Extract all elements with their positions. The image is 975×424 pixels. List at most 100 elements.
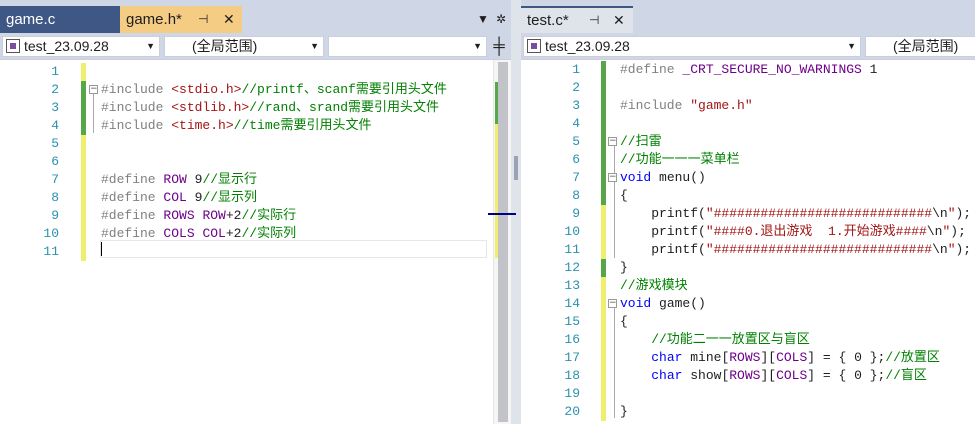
code-line[interactable]: 15 { bbox=[521, 313, 975, 331]
code-line[interactable]: 14 − void game() bbox=[521, 295, 975, 313]
code-editor[interactable]: 1 2− #include <stdio.h>//printf、scanf需要引用头… bbox=[0, 60, 511, 424]
code-token: ] = { 0 }; bbox=[807, 368, 886, 383]
code-text: char mine[ROWS][COLS] = { 0 };//放置区 bbox=[620, 349, 940, 367]
project-dropdown[interactable]: test_23.09.28 ▼ bbox=[2, 36, 160, 57]
code-line[interactable]: 6 //功能一一一菜单栏 bbox=[521, 151, 975, 169]
pin-icon[interactable]: ⊣ bbox=[589, 8, 599, 33]
code-line[interactable]: 16 //功能二一一放置区与盲区 bbox=[521, 331, 975, 349]
code-line[interactable]: 5 −//扫雷 bbox=[521, 133, 975, 151]
change-tracking-bar bbox=[601, 97, 606, 115]
code-line[interactable]: 12} bbox=[521, 259, 975, 277]
line-number: 4 bbox=[51, 118, 59, 133]
project-dropdown[interactable]: test_23.09.28 ▼ bbox=[523, 36, 861, 57]
change-tracking-bar bbox=[601, 151, 606, 169]
code-text: #define ROWS ROW+2//实际行 bbox=[101, 207, 296, 225]
scrollbar-thumb[interactable] bbox=[498, 62, 508, 422]
collapse-icon[interactable]: − bbox=[608, 173, 617, 182]
change-tracking-bar bbox=[81, 81, 86, 99]
code-token: COLS bbox=[163, 226, 195, 241]
code-line[interactable]: 6 bbox=[0, 153, 511, 171]
close-icon[interactable]: ✕ bbox=[223, 6, 235, 33]
left-tab-strip: game.c game.h* ⊣ ✕ ▼ ✲ bbox=[0, 0, 511, 33]
tab-game-c[interactable]: game.c bbox=[0, 6, 120, 33]
code-token: COL bbox=[202, 226, 226, 241]
vertical-scrollbar[interactable] bbox=[493, 60, 511, 424]
code-line[interactable]: 5 bbox=[0, 135, 511, 153]
chevron-down-icon[interactable]: ▼ bbox=[477, 6, 489, 33]
code-line[interactable]: 9 printf("############################\n… bbox=[521, 205, 975, 223]
change-tracking-bar bbox=[81, 225, 86, 243]
code-line[interactable]: 8 #define COL 9//显示列 bbox=[0, 189, 511, 207]
code-token: //功能二一一放置区与盲区 bbox=[620, 332, 810, 347]
split-view-icon[interactable]: ╪ bbox=[489, 36, 509, 57]
code-text: } bbox=[620, 403, 628, 421]
code-line[interactable]: 11 printf("############################\… bbox=[521, 241, 975, 259]
code-line[interactable]: 17 char mine[ROWS][COLS] = { 0 };//放置区 bbox=[521, 349, 975, 367]
code-line[interactable]: 18 char show[ROWS][COLS] = { 0 };//盲区 bbox=[521, 367, 975, 385]
code-editor[interactable]: 1 #define _CRT_SECURE_NO_WARNINGS 1 2 3 #inc… bbox=[521, 60, 975, 424]
code-line[interactable]: 3 #include "game.h" bbox=[521, 97, 975, 115]
collapse-icon[interactable]: − bbox=[608, 137, 617, 146]
scope-name: (全局范围) bbox=[893, 38, 959, 54]
line-number: 12 bbox=[564, 260, 580, 275]
code-token: "############################ bbox=[705, 242, 933, 257]
change-tracking-bar bbox=[81, 189, 86, 207]
right-tab-strip: test.c* ⊣ ✕ bbox=[521, 0, 975, 33]
scope-dropdown[interactable]: (全局范围) bbox=[865, 36, 975, 57]
code-token: { bbox=[620, 188, 628, 203]
code-line[interactable]: 19 bbox=[521, 385, 975, 403]
code-line[interactable]: 7 − void menu() bbox=[521, 169, 975, 187]
code-line[interactable]: 10 printf("####0.退出游戏 1.开始游戏####\n"); bbox=[521, 223, 975, 241]
code-token: //扫雷 bbox=[620, 134, 662, 149]
code-token: \n bbox=[932, 242, 948, 257]
collapse-icon[interactable]: − bbox=[89, 85, 98, 94]
code-token: { bbox=[620, 314, 628, 329]
caret-position-marker bbox=[488, 213, 516, 215]
splitter-grip[interactable] bbox=[514, 156, 518, 180]
collapse-icon[interactable]: − bbox=[608, 299, 617, 308]
change-tracking-bar bbox=[601, 205, 606, 223]
code-token: COL bbox=[163, 190, 187, 205]
code-token: <time.h> bbox=[171, 118, 234, 133]
code-line[interactable]: 4 #include <time.h>//time需要引用头文件 bbox=[0, 117, 511, 135]
scope-dropdown[interactable]: (全局范围) ▼ bbox=[164, 36, 324, 57]
code-token: ); bbox=[950, 224, 966, 239]
line-number: 13 bbox=[564, 278, 580, 293]
code-text: #define COL 9//显示列 bbox=[101, 189, 257, 207]
change-tracking-bar bbox=[601, 331, 606, 349]
code-token: "game.h" bbox=[690, 98, 753, 113]
code-line[interactable]: 7 #define ROW 9//显示行 bbox=[0, 171, 511, 189]
gear-icon[interactable]: ✲ bbox=[496, 6, 506, 33]
code-line[interactable]: 8{ bbox=[521, 187, 975, 205]
code-token: //time需要引用头文件 bbox=[233, 118, 372, 133]
code-token: //盲区 bbox=[885, 368, 927, 383]
tab-test-c[interactable]: test.c* ⊣ ✕ bbox=[521, 6, 633, 33]
code-token: //实际列 bbox=[241, 226, 297, 241]
code-line[interactable]: 4 bbox=[521, 115, 975, 133]
code-line[interactable]: 13 //游戏模块 bbox=[521, 277, 975, 295]
pane-splitter[interactable] bbox=[488, 0, 521, 424]
code-line[interactable]: 11 bbox=[0, 243, 511, 261]
code-line[interactable]: 2 − #include <stdio.h>//printf、scanf需要引用头文… bbox=[0, 81, 511, 99]
code-line[interactable]: 10 #define COLS COL+2//实际列 bbox=[0, 225, 511, 243]
pin-icon[interactable]: ⊣ bbox=[198, 6, 208, 33]
member-dropdown[interactable]: ▼ bbox=[328, 36, 487, 57]
close-icon[interactable]: ✕ bbox=[613, 8, 625, 33]
code-line[interactable]: 20} bbox=[521, 403, 975, 421]
line-number: 1 bbox=[51, 64, 59, 79]
line-number: 5 bbox=[572, 134, 580, 149]
code-line[interactable]: 9 #define ROWS ROW+2//实际行 bbox=[0, 207, 511, 225]
code-text: { bbox=[620, 313, 628, 331]
code-line[interactable]: 2 bbox=[521, 79, 975, 97]
tab-game-h[interactable]: game.h* ⊣ ✕ bbox=[120, 6, 242, 33]
code-line[interactable]: 1 #define _CRT_SECURE_NO_WARNINGS 1 bbox=[521, 61, 975, 79]
change-tracking-bar bbox=[601, 115, 606, 133]
code-token: #include bbox=[620, 98, 691, 113]
code-token: } bbox=[620, 260, 628, 275]
line-number: 8 bbox=[51, 190, 59, 205]
line-number: 6 bbox=[572, 152, 580, 167]
line-number: 7 bbox=[572, 170, 580, 185]
code-line[interactable]: 3 #include <stdlib.h>//rand、srand需要引用头文件 bbox=[0, 99, 511, 117]
change-tracking-bar bbox=[601, 187, 606, 205]
code-line[interactable]: 1 bbox=[0, 63, 511, 81]
